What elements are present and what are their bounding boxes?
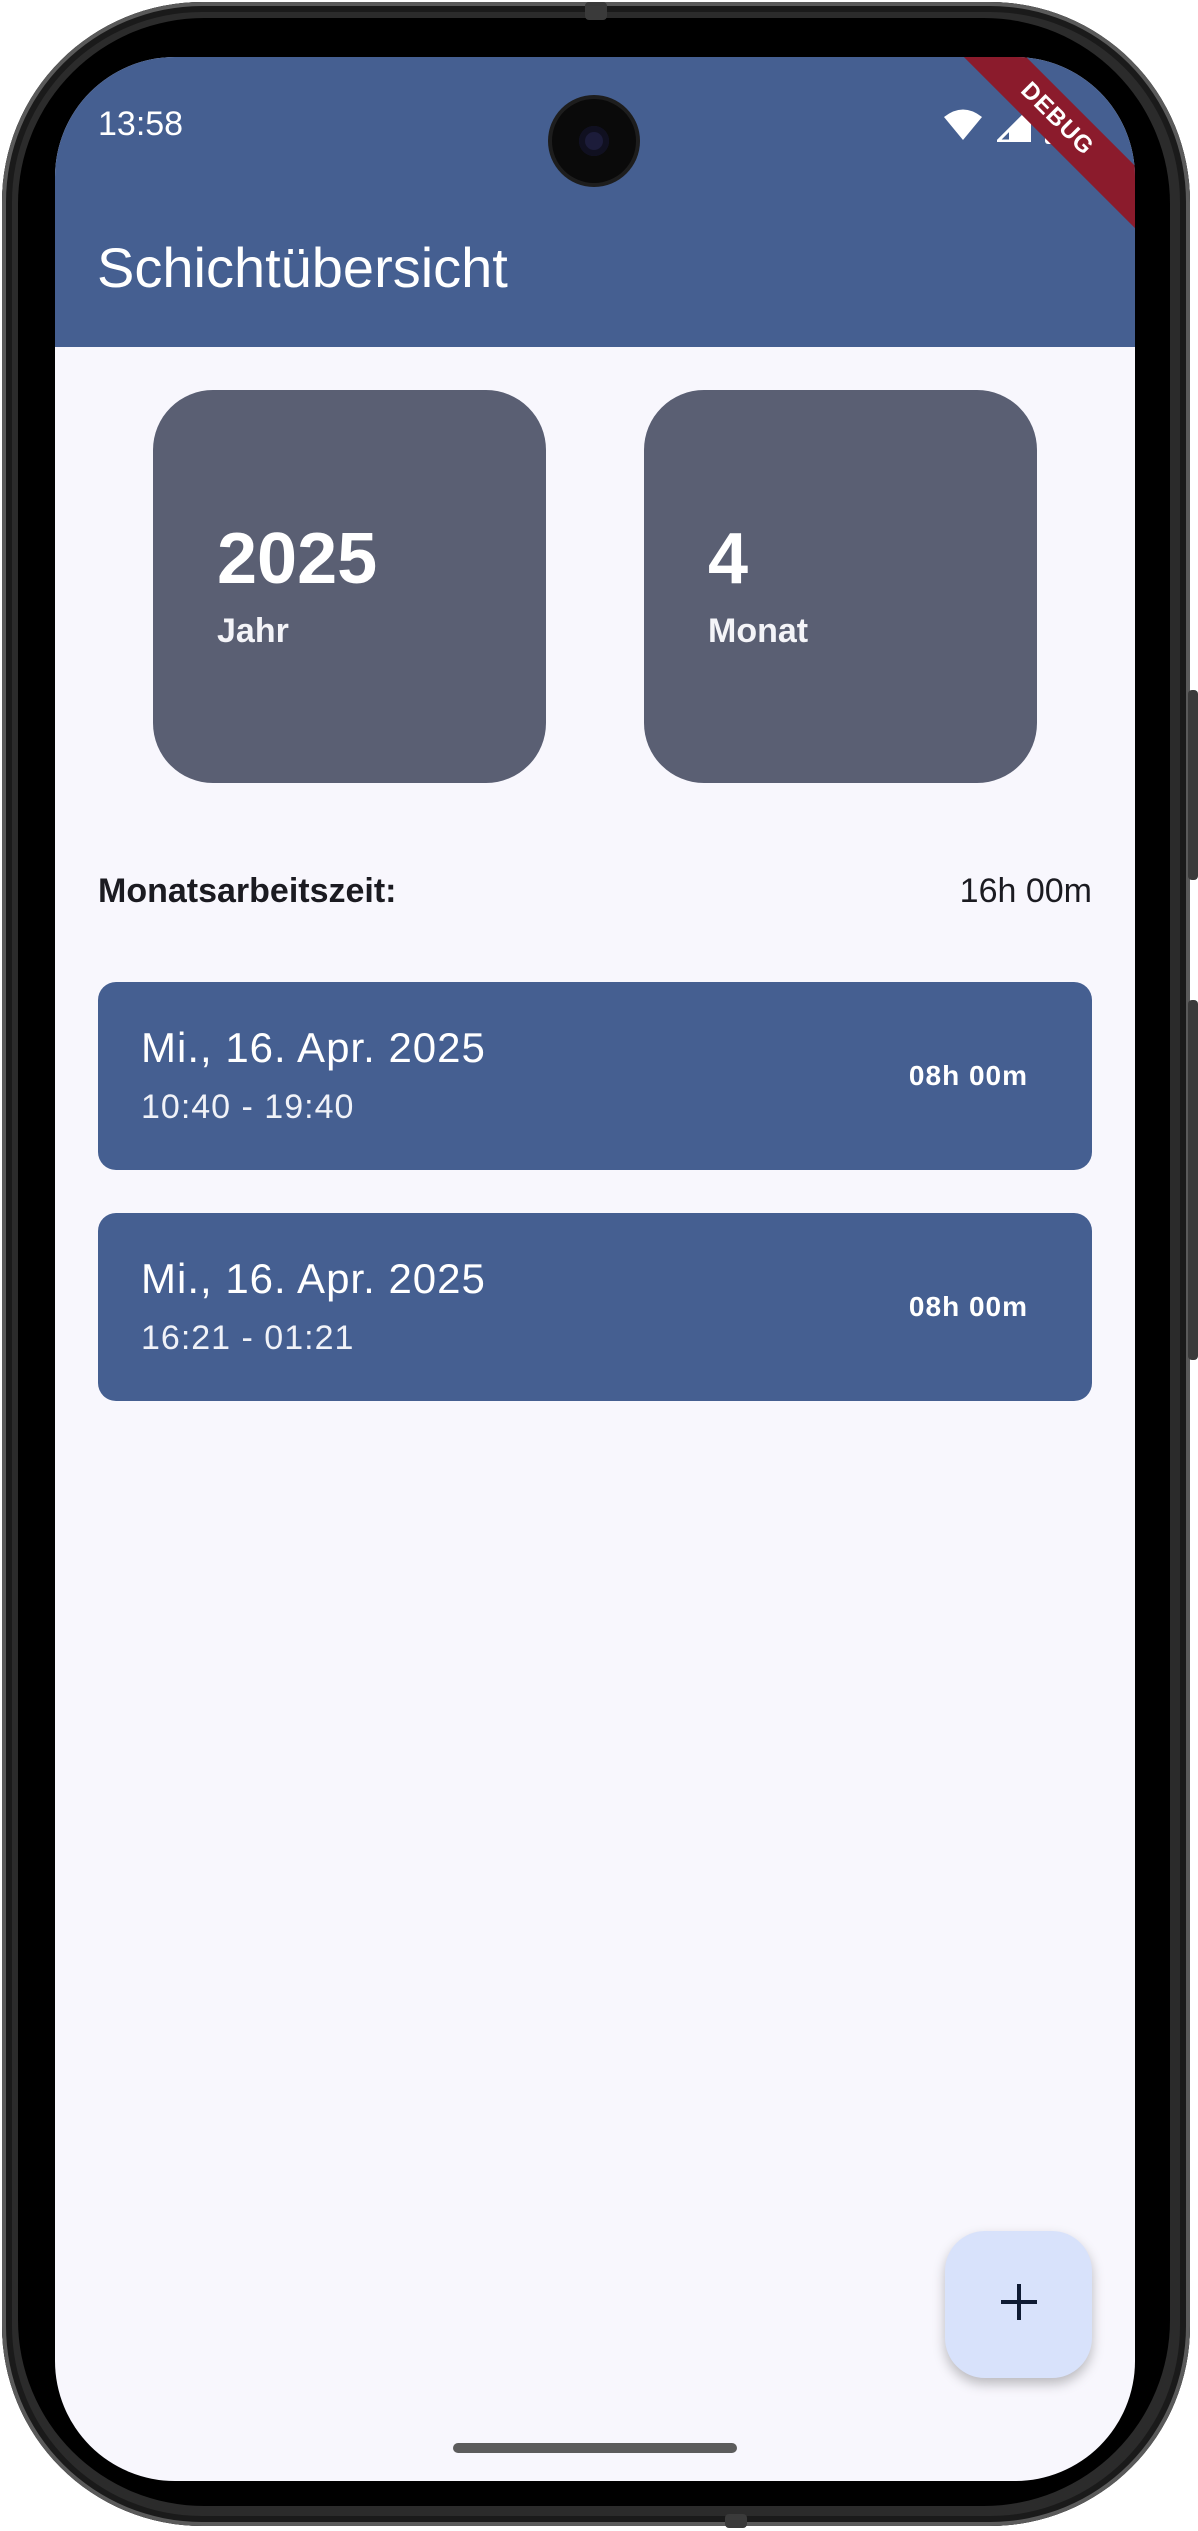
monthly-worktime-label: Monatsarbeitszeit:: [98, 872, 397, 910]
power-button: [1188, 690, 1198, 880]
app-screen: 13:58 DEBUG Schichtübersicht 2025 Jahr 4…: [55, 57, 1135, 2481]
month-value: 4: [708, 519, 749, 599]
shift-time-range: 10:40 - 19:40: [141, 1088, 355, 1126]
shift-date: Mi., 16. Apr. 2025: [141, 1024, 486, 1071]
front-camera: [552, 99, 636, 183]
shift-duration: 08h 00m: [908, 1060, 1028, 1091]
app-bar: 13:58 DEBUG Schichtübersicht: [55, 57, 1135, 347]
year-label: Jahr: [217, 612, 289, 650]
shift-date: Mi., 16. Apr. 2025: [141, 1255, 486, 1302]
year-value: 2025: [217, 519, 378, 599]
status-bar-time: 13:58: [98, 105, 184, 143]
month-card[interactable]: 4 Monat: [644, 390, 1037, 783]
frame-notch-bottom: [725, 2514, 747, 2528]
add-shift-button[interactable]: [945, 2231, 1092, 2378]
page-title: Schichtübersicht: [97, 236, 508, 299]
shift-duration: 08h 00m: [908, 1291, 1028, 1322]
camera-lens: [579, 126, 609, 156]
monthly-worktime-value: 16h 00m: [959, 872, 1092, 910]
home-indicator[interactable]: [453, 2443, 737, 2453]
volume-button: [1188, 1000, 1198, 1360]
wifi-icon: [943, 108, 983, 147]
shift-card[interactable]: Mi., 16. Apr. 2025 16:21 - 01:21 08h 00m: [98, 1213, 1092, 1401]
debug-banner: DEBUG: [935, 57, 1135, 241]
year-card[interactable]: 2025 Jahr: [153, 390, 546, 783]
plus-icon: [999, 2282, 1039, 2327]
month-label: Monat: [708, 612, 809, 650]
shift-time-range: 16:21 - 01:21: [141, 1319, 355, 1357]
shift-card[interactable]: Mi., 16. Apr. 2025 10:40 - 19:40 08h 00m: [98, 982, 1092, 1170]
frame-notch-top: [585, 2, 607, 20]
phone-device: 13:58 DEBUG Schichtübersicht 2025 Jahr 4…: [0, 0, 1198, 2531]
